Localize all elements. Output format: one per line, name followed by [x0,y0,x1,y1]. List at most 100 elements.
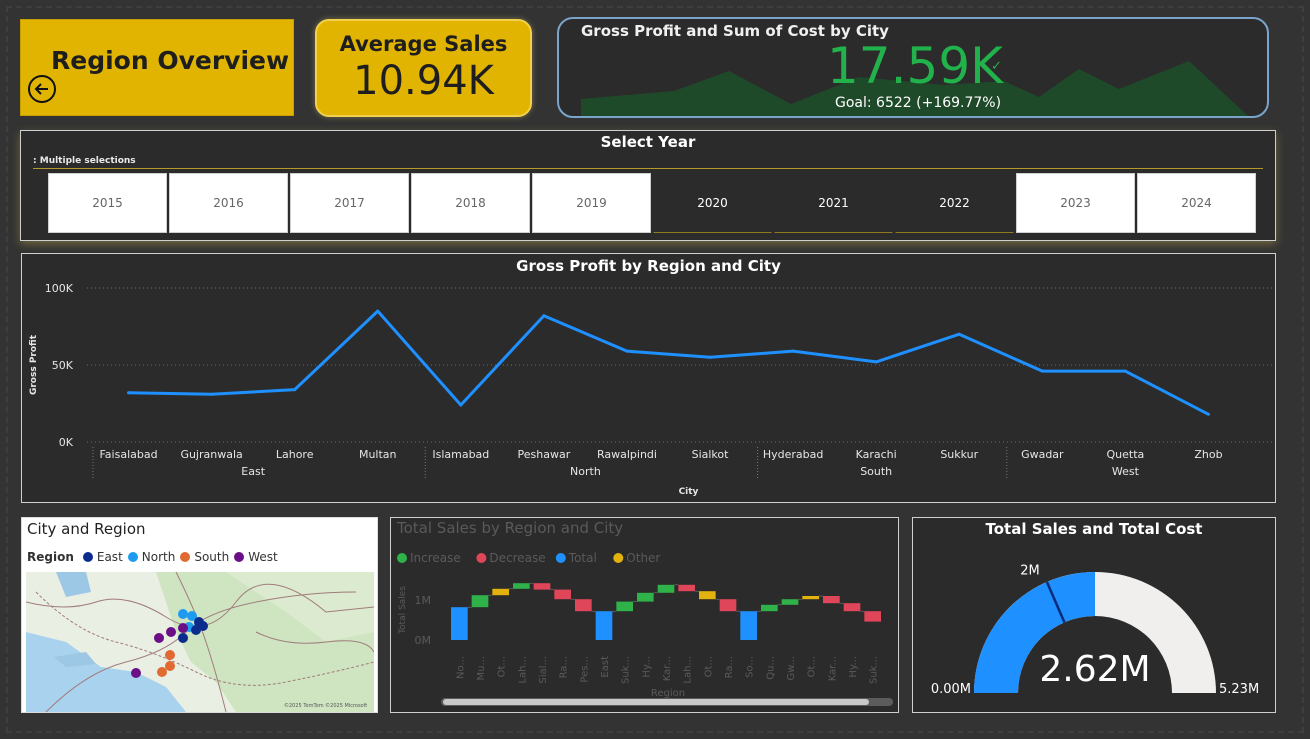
data-point[interactable] [210,392,214,396]
year-button-2019[interactable]: 2019 [532,173,651,233]
kpi-value: 17.59K [827,37,1003,95]
group-label: East [241,465,265,478]
x-tick-label: Qu... [765,656,776,680]
gross-profit-series-line[interactable] [128,309,1210,416]
map-legend-title: Region [27,550,74,564]
data-point[interactable] [708,355,712,359]
x-tick-label: Lah... [517,656,528,684]
data-point[interactable] [957,332,961,336]
year-button-2020[interactable]: 2020 [653,173,772,233]
waterfall-bar[interactable] [699,591,716,600]
year-button-2023[interactable]: 2023 [1016,173,1135,233]
y-tick-label: 50K [52,359,74,372]
group-label: South [860,465,892,478]
average-sales-label: Average Sales [339,32,508,56]
x-tick-label: Suk... [621,656,632,684]
data-point[interactable] [1040,369,1044,373]
x-tick-label: Rawalpindi [597,448,657,461]
waterfall-bar[interactable] [575,599,592,612]
data-point[interactable] [874,360,878,364]
waterfall-bar[interactable] [616,601,633,612]
y-axis-title: Total Sales [398,586,408,635]
waterfall-bar[interactable] [823,596,840,604]
x-tick-label: Ra... [724,656,735,678]
year-button-2021[interactable]: 2021 [774,173,893,233]
waterfall-bar[interactable] [864,611,881,622]
horizontal-scrollbar-thumb[interactable] [443,699,869,705]
legend-dot-icon [234,552,245,562]
waterfall-bar[interactable] [451,607,468,640]
waterfall-legend-label[interactable]: Other [626,551,660,565]
check-icon: ✓ [991,59,1002,74]
waterfall-legend-label[interactable]: Increase [410,551,461,565]
year-button-2024[interactable]: 2024 [1137,173,1256,233]
waterfall-bar[interactable] [781,599,799,605]
map-canvas[interactable]: ©2025 TomTom ©2025 Microsoft [26,572,374,712]
x-tick-label: Hyderabad [763,448,824,461]
x-tick-label: Peshawar [518,448,571,461]
data-point[interactable] [542,314,546,318]
x-tick-label: Multan [359,448,397,461]
legend-marker-icon [397,553,407,563]
data-point[interactable] [1206,412,1210,416]
map-legend-label: South [194,550,230,564]
data-point[interactable] [1123,369,1127,373]
data-point[interactable] [127,391,131,395]
waterfall-bar[interactable] [513,583,530,589]
waterfall-bar[interactable] [492,588,509,596]
x-tick-label: East [600,656,611,678]
year-button-2015[interactable]: 2015 [48,173,167,233]
x-tick-label: Ot... [703,656,714,677]
waterfall-bar[interactable] [533,583,551,590]
map-legend-item[interactable]: West [232,550,278,564]
legend-dot-icon [127,552,138,562]
y-tick-label: 0M [415,634,432,647]
waterfall-bar[interactable] [678,584,695,592]
back-arrow-icon[interactable] [28,75,56,103]
waterfall-bar[interactable] [802,596,819,600]
waterfall-bar[interactable] [595,611,613,640]
waterfall-bar[interactable] [657,584,675,593]
waterfall-bar[interactable] [637,592,654,602]
page-title: Region Overview [51,46,290,75]
data-point[interactable] [625,349,629,353]
waterfall-legend-label[interactable]: Decrease [489,551,545,565]
map-legend: Region East North South West [27,550,281,564]
year-button-2022[interactable]: 2022 [895,173,1014,233]
waterfall-bar[interactable] [761,604,778,612]
map-title: City and Region [27,520,146,538]
city-region-map[interactable]: City and Region Region East North South Wes… [21,517,378,713]
gauge-svg: 2M 2.62M 0.00M 5.23M [931,564,1259,697]
map-legend-item[interactable]: East [81,550,123,564]
map-credit: ©2025 TomTom ©2025 Microsoft [284,702,367,709]
x-tick-label: Hy... [641,656,652,678]
waterfall-bar[interactable] [471,595,489,608]
x-tick-label: Islamabad [432,448,489,461]
year-button-2017[interactable]: 2017 [290,173,409,233]
total-sales-waterfall: Total Sales by Region and City Increase D… [390,517,899,713]
waterfall-bar[interactable] [843,603,861,612]
waterfall-bar[interactable] [554,589,571,600]
waterfall-legend-label[interactable]: Total [568,551,597,565]
x-tick-label: Sial... [538,656,549,684]
y-tick-label: 0K [59,436,74,449]
average-sales-value: 10.94K [353,58,494,104]
y-tick-label: 100K [45,282,74,295]
year-button-2016[interactable]: 2016 [169,173,288,233]
waterfall-bar[interactable] [740,611,757,640]
data-point[interactable] [376,309,380,313]
kpi-goal: Goal: 6522 (+169.77%) [835,95,1002,111]
data-point[interactable] [293,388,297,392]
data-point[interactable] [791,349,795,353]
waterfall-bar[interactable] [719,599,737,612]
data-point[interactable] [459,403,463,407]
x-tick-label: Gw... [786,656,797,681]
gauge-max-label: 5.23M [1219,682,1259,697]
legend-marker-icon [613,553,624,563]
year-button-row: 2015 2016 2017 2018 2019 2020 2021 2022 2023 2024 [48,173,1258,233]
year-button-2018[interactable]: 2018 [411,173,530,233]
map-legend-item[interactable]: North [126,550,175,564]
x-tick-label: Ot... [807,656,818,677]
x-axis-title: Region [651,688,685,699]
map-legend-item[interactable]: South [178,550,229,564]
